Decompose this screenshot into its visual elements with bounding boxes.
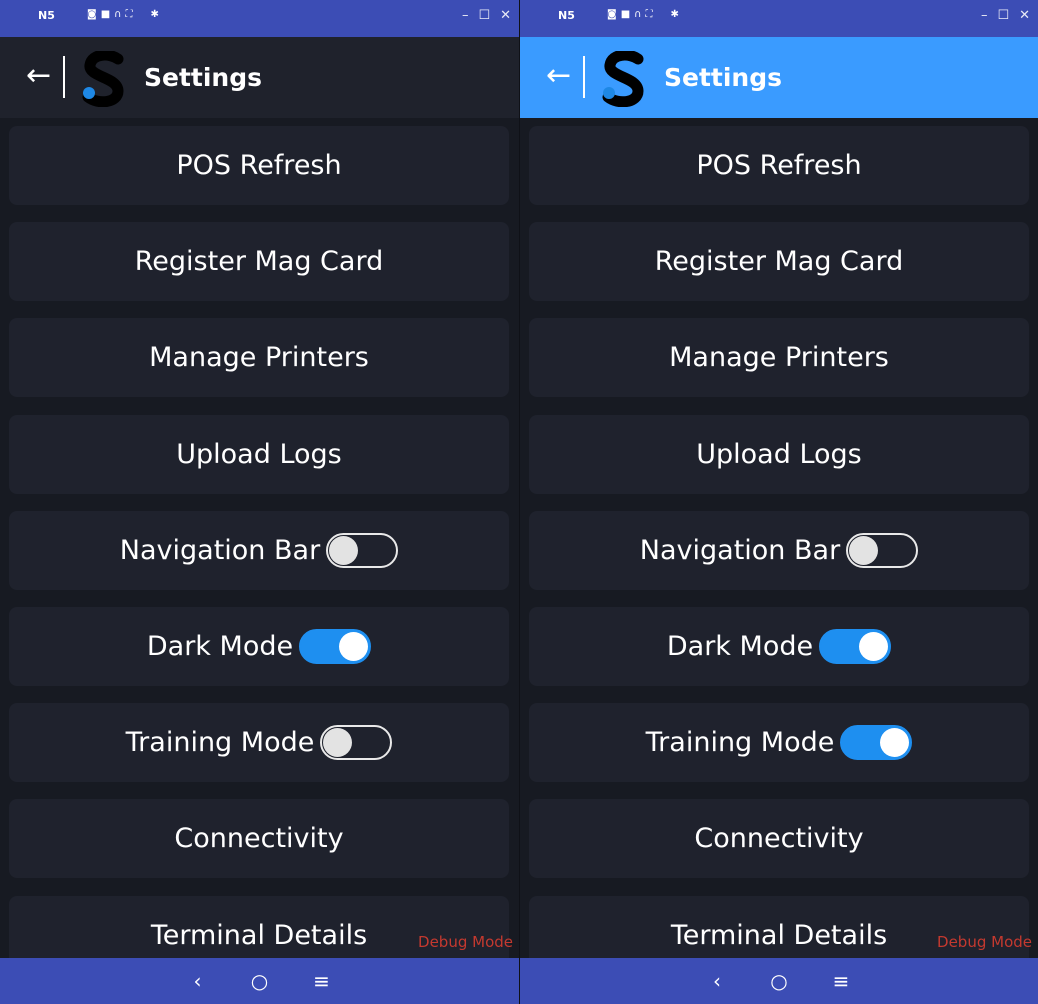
- close-icon[interactable]: ✕: [500, 8, 511, 23]
- video-icon[interactable]: ■: [621, 9, 630, 21]
- nav-home-icon[interactable]: ○: [767, 969, 791, 993]
- menu-item-label: Navigation Bar: [639, 534, 841, 566]
- settings-menu: POS Refresh Register Mag Card Manage Pri…: [9, 126, 509, 992]
- connectivity-button[interactable]: Connectivity: [529, 799, 1029, 879]
- menu-item-label: Manage Printers: [669, 342, 889, 374]
- toggle-knob: [880, 728, 910, 758]
- camera-icon[interactable]: ◙: [87, 9, 97, 21]
- device-name: N5: [558, 9, 575, 22]
- upload-logs-button[interactable]: Upload Logs: [529, 414, 1029, 494]
- toggle-knob: [849, 535, 879, 565]
- fullscreen-icon[interactable]: ⛶: [645, 9, 652, 21]
- minimize-icon[interactable]: –: [981, 8, 988, 23]
- dark-mode-row: Dark Mode: [529, 606, 1029, 686]
- maximize-icon[interactable]: ☐: [997, 8, 1009, 23]
- emulator-title-bar: N5 ◙ ■ ∩ ⛶ ✱ – ☐ ✕: [0, 0, 519, 37]
- menu-item-label: Dark Mode: [146, 630, 294, 662]
- device-window-right: N5 ◙ ■ ∩ ⛶ ✱ – ☐ ✕ ← Settings POS Refres…: [519, 0, 1038, 1004]
- navigation-bar-row: Navigation Bar: [9, 510, 509, 590]
- device-window-left: N5 ◙ ■ ∩ ⛶ ✱ – ☐ ✕ ← Settings POS Refres…: [0, 0, 519, 1004]
- nav-menu-icon[interactable]: ≡: [310, 969, 334, 993]
- menu-item-label: Register Mag Card: [134, 246, 384, 278]
- s-logo-icon: [82, 51, 124, 107]
- page-title: Settings: [664, 63, 783, 92]
- android-nav-bar: ‹ ○ ≡: [520, 958, 1038, 1004]
- connectivity-button[interactable]: Connectivity: [9, 799, 509, 879]
- training-mode-row: Training Mode: [9, 703, 509, 783]
- back-arrow-icon[interactable]: ←: [26, 61, 51, 91]
- settings-icon[interactable]: ✱: [150, 9, 158, 21]
- training-mode-row: Training Mode: [529, 703, 1029, 783]
- close-icon[interactable]: ✕: [1019, 8, 1030, 23]
- s-logo-icon: [602, 51, 644, 107]
- training-mode-toggle[interactable]: [320, 725, 393, 761]
- back-arrow-icon[interactable]: ←: [546, 61, 571, 91]
- menu-item-label: Navigation Bar: [119, 534, 321, 566]
- dark-mode-row: Dark Mode: [9, 606, 509, 686]
- training-mode-toggle[interactable]: [840, 725, 913, 761]
- menu-item-label: Connectivity: [694, 823, 864, 855]
- menu-item-label: Upload Logs: [176, 438, 342, 470]
- nav-back-icon[interactable]: ‹: [705, 969, 729, 993]
- pos-refresh-button[interactable]: POS Refresh: [529, 126, 1029, 205]
- nav-menu-icon[interactable]: ≡: [829, 969, 853, 993]
- app-header: ← Settings: [520, 37, 1038, 118]
- maximize-icon[interactable]: ☐: [478, 8, 490, 23]
- navigation-bar-row: Navigation Bar: [529, 510, 1029, 590]
- menu-item-label: Training Mode: [125, 727, 315, 759]
- emulator-title-bar: N5 ◙ ■ ∩ ⛶ ✱ – ☐ ✕: [520, 0, 1038, 37]
- header-divider: [63, 56, 65, 98]
- menu-item-label: Upload Logs: [696, 438, 862, 470]
- menu-item-label: Terminal Details: [150, 919, 368, 951]
- menu-item-label: Terminal Details: [670, 919, 888, 951]
- toggle-knob: [323, 728, 353, 758]
- pos-refresh-button[interactable]: POS Refresh: [9, 126, 509, 205]
- manage-printers-button[interactable]: Manage Printers: [529, 318, 1029, 398]
- menu-item-label: POS Refresh: [696, 150, 862, 181]
- nav-home-icon[interactable]: ○: [248, 969, 272, 993]
- menu-item-label: POS Refresh: [176, 150, 342, 181]
- settings-icon[interactable]: ✱: [670, 9, 678, 21]
- app-header: ← Settings: [0, 37, 519, 118]
- headset-icon[interactable]: ∩: [634, 9, 641, 21]
- debug-mode-label: Debug Mode: [937, 933, 1032, 951]
- menu-item-label: Training Mode: [645, 727, 835, 759]
- manage-printers-button[interactable]: Manage Printers: [9, 318, 509, 398]
- nav-back-icon[interactable]: ‹: [186, 969, 210, 993]
- headset-icon[interactable]: ∩: [114, 9, 121, 21]
- dark-mode-toggle[interactable]: [299, 628, 372, 664]
- emulator-toolbar: ◙ ■ ∩ ⛶ ✱: [607, 9, 679, 21]
- register-mag-card-button[interactable]: Register Mag Card: [9, 222, 509, 302]
- window-controls: – ☐ ✕: [462, 8, 511, 23]
- navigation-bar-toggle[interactable]: [326, 532, 399, 568]
- page-title: Settings: [144, 63, 263, 92]
- android-nav-bar: ‹ ○ ≡: [0, 958, 519, 1004]
- upload-logs-button[interactable]: Upload Logs: [9, 414, 509, 494]
- toggle-knob: [339, 631, 369, 661]
- video-icon[interactable]: ■: [101, 9, 110, 21]
- emulator-toolbar: ◙ ■ ∩ ⛶ ✱: [87, 9, 159, 21]
- menu-item-label: Connectivity: [174, 823, 344, 855]
- minimize-icon[interactable]: –: [462, 8, 469, 23]
- toggle-knob: [329, 535, 359, 565]
- fullscreen-icon[interactable]: ⛶: [125, 9, 132, 21]
- menu-item-label: Register Mag Card: [654, 246, 904, 278]
- settings-menu: POS Refresh Register Mag Card Manage Pri…: [529, 126, 1029, 992]
- menu-item-label: Manage Printers: [149, 342, 369, 374]
- emulator-stage: N5 ◙ ■ ∩ ⛶ ✱ – ☐ ✕ ← Settings POS Refres…: [0, 0, 1038, 1004]
- debug-mode-label: Debug Mode: [418, 933, 513, 951]
- camera-icon[interactable]: ◙: [607, 9, 617, 21]
- navigation-bar-toggle[interactable]: [846, 532, 919, 568]
- window-controls: – ☐ ✕: [981, 8, 1030, 23]
- device-name: N5: [38, 9, 55, 22]
- dark-mode-toggle[interactable]: [819, 628, 892, 664]
- register-mag-card-button[interactable]: Register Mag Card: [529, 222, 1029, 302]
- menu-item-label: Dark Mode: [666, 630, 814, 662]
- toggle-knob: [859, 631, 889, 661]
- header-divider: [583, 56, 585, 98]
